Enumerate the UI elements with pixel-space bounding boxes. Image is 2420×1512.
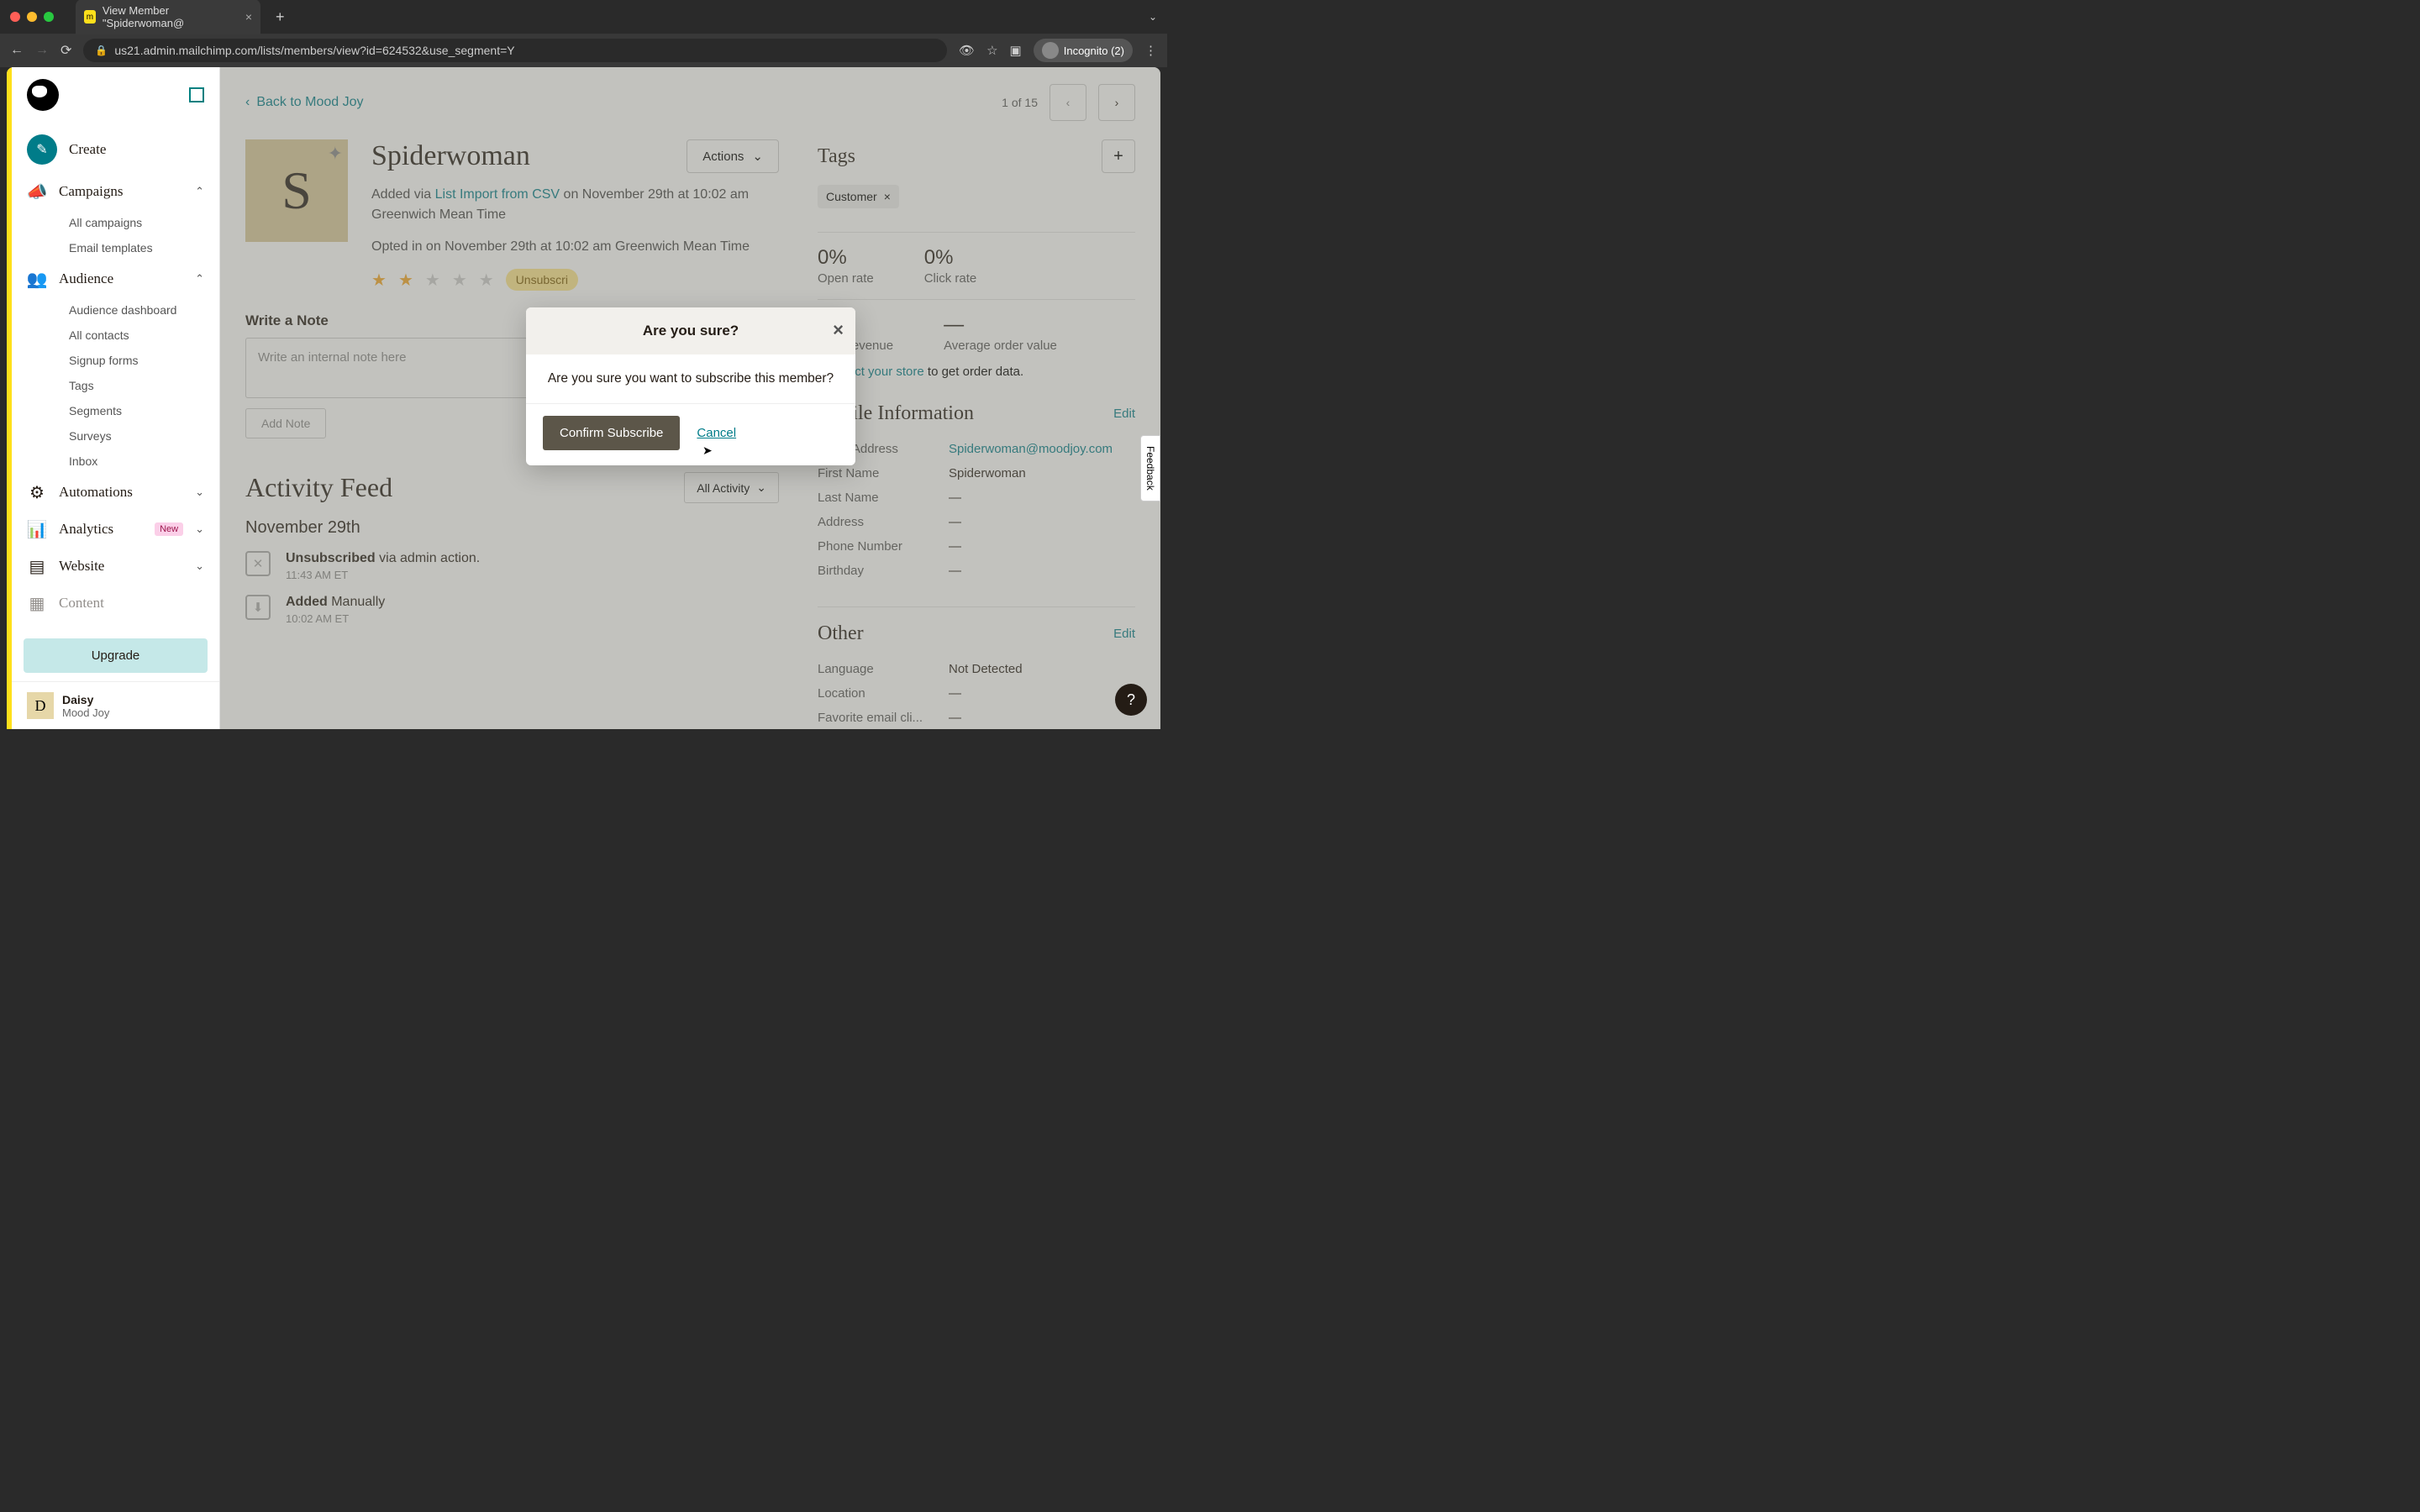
people-icon: 👥: [27, 269, 47, 289]
automation-icon: ⚙: [27, 482, 47, 502]
create-label: Create: [69, 141, 204, 158]
chevron-up-icon: ⌃: [195, 272, 204, 286]
back-button[interactable]: ←: [10, 43, 24, 58]
modal-body-text: Are you sure you want to subscribe this …: [526, 354, 855, 403]
megaphone-icon: 📣: [27, 181, 47, 202]
confirm-subscribe-button[interactable]: Confirm Subscribe: [543, 416, 680, 450]
collapse-sidebar-button[interactable]: [189, 87, 204, 102]
chevron-down-icon: ⌄: [195, 486, 204, 499]
incognito-label: Incognito (2): [1064, 45, 1124, 57]
nav-campaigns[interactable]: 📣 Campaigns ⌃: [12, 173, 219, 210]
nav-audience[interactable]: 👥 Audience ⌃: [12, 260, 219, 297]
nav-all-campaigns[interactable]: All campaigns: [12, 210, 219, 235]
forward-button: →: [35, 43, 49, 58]
new-tab-button[interactable]: +: [276, 8, 285, 26]
mailchimp-logo-icon[interactable]: [27, 79, 59, 111]
incognito-icon: [1042, 42, 1059, 59]
cancel-button[interactable]: Cancel: [697, 426, 736, 440]
modal-title: Are you sure?: [643, 323, 739, 339]
user-avatar: D: [27, 692, 54, 719]
nav-content[interactable]: ▦ Content: [12, 585, 219, 622]
window-maximize-icon[interactable]: [44, 12, 54, 22]
layout-icon: ▤: [27, 556, 47, 576]
nav-automations[interactable]: ⚙ Automations ⌄: [12, 474, 219, 511]
lock-icon: 🔒: [95, 45, 108, 56]
content-icon: ▦: [27, 593, 47, 613]
nav-email-templates[interactable]: Email templates: [12, 235, 219, 260]
nav-audience-dashboard[interactable]: Audience dashboard: [12, 297, 219, 323]
nav-tags[interactable]: Tags: [12, 373, 219, 398]
browser-tab[interactable]: m View Member "Spiderwoman@ ×: [76, 0, 260, 34]
feedback-tab[interactable]: Feedback: [1140, 435, 1160, 501]
chevron-down-icon: ⌄: [195, 559, 204, 573]
incognito-badge[interactable]: Incognito (2): [1034, 39, 1133, 62]
user-org: Mood Joy: [62, 706, 109, 719]
nav-website[interactable]: ▤ Website ⌄: [12, 548, 219, 585]
tab-title: View Member "Spiderwoman@: [103, 4, 234, 29]
reload-button[interactable]: ⟳: [60, 42, 71, 59]
address-bar[interactable]: 🔒 us21.admin.mailchimp.com/lists/members…: [83, 39, 947, 62]
cursor-icon: ➤: [702, 444, 713, 458]
bar-chart-icon: 📊: [27, 519, 47, 539]
create-button[interactable]: ✎ Create: [12, 126, 219, 173]
pencil-icon: ✎: [36, 141, 47, 158]
close-tab-icon[interactable]: ×: [245, 10, 252, 24]
tabs-dropdown-icon[interactable]: ⌄: [1149, 11, 1157, 23]
bookmark-icon[interactable]: ☆: [986, 43, 997, 58]
panel-icon[interactable]: ▣: [1010, 43, 1022, 58]
window-minimize-icon[interactable]: [27, 12, 37, 22]
help-button[interactable]: ?: [1115, 684, 1147, 716]
nav-segments[interactable]: Segments: [12, 398, 219, 423]
chevron-down-icon: ⌄: [195, 522, 204, 536]
new-badge: New: [155, 522, 183, 536]
user-name: Daisy: [62, 693, 109, 706]
upgrade-button[interactable]: Upgrade: [24, 638, 208, 673]
nav-all-contacts[interactable]: All contacts: [12, 323, 219, 348]
nav-signup-forms[interactable]: Signup forms: [12, 348, 219, 373]
favicon-icon: m: [84, 10, 96, 24]
user-menu[interactable]: D Daisy Mood Joy: [12, 681, 219, 729]
eye-off-icon[interactable]: 👁: [959, 43, 975, 58]
nav-analytics[interactable]: 📊 Analytics New ⌄: [12, 511, 219, 548]
url-text: us21.admin.mailchimp.com/lists/members/v…: [114, 44, 514, 57]
browser-menu-icon[interactable]: ⋮: [1144, 43, 1157, 58]
nav-surveys[interactable]: Surveys: [12, 423, 219, 449]
chevron-up-icon: ⌃: [195, 185, 204, 198]
confirm-modal: Are you sure? × Are you sure you want to…: [526, 307, 855, 465]
nav-inbox[interactable]: Inbox: [12, 449, 219, 474]
close-modal-button[interactable]: ×: [833, 319, 844, 341]
window-close-icon[interactable]: [10, 12, 20, 22]
